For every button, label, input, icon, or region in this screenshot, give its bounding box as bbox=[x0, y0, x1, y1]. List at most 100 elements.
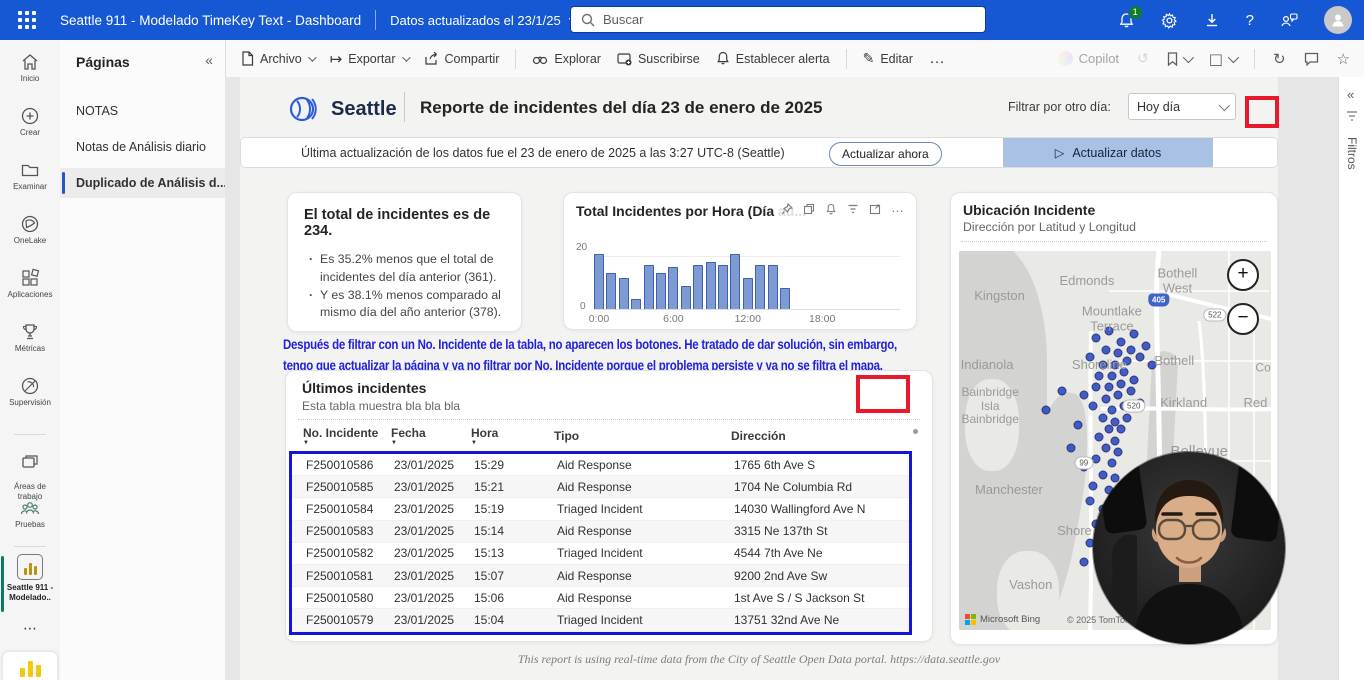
table-row[interactable]: F25001058423/01/202515:19Triaged Inciden… bbox=[292, 498, 909, 520]
expand-filters-icon[interactable]: « bbox=[1347, 87, 1354, 102]
col-direccion[interactable]: Dirección bbox=[731, 430, 912, 443]
incident-dot[interactable] bbox=[1126, 387, 1135, 396]
incident-dot[interactable] bbox=[1098, 470, 1107, 479]
bar-hour-12[interactable] bbox=[743, 278, 753, 309]
bar-hour-13[interactable] bbox=[755, 265, 765, 309]
incident-dot[interactable] bbox=[1123, 413, 1132, 422]
update-now-button[interactable]: Actualizar ahora bbox=[829, 142, 942, 166]
incident-dot[interactable] bbox=[1104, 383, 1113, 392]
bar-hour-7[interactable] bbox=[681, 286, 691, 309]
refresh-icon[interactable]: ↻ bbox=[1273, 50, 1286, 68]
table-row[interactable]: F25001058323/01/202515:14Aid Response331… bbox=[292, 521, 909, 543]
bar-hour-6[interactable] bbox=[668, 267, 678, 309]
bar-hour-1[interactable] bbox=[606, 273, 616, 309]
incident-dot[interactable] bbox=[1089, 402, 1098, 411]
copilot-button[interactable]: Copilot bbox=[1058, 51, 1119, 66]
account-avatar[interactable] bbox=[1324, 6, 1352, 34]
nav-examinar[interactable]: Examinar bbox=[0, 160, 60, 191]
data-updated-dropdown[interactable]: Datos actualizados el 23/1/25 bbox=[390, 13, 577, 28]
alert-icon[interactable] bbox=[825, 203, 837, 215]
focus-mode-icon[interactable] bbox=[869, 203, 881, 215]
bar-hour-8[interactable] bbox=[693, 265, 703, 309]
search-input[interactable]: Buscar bbox=[570, 6, 986, 33]
page-item-duplicado[interactable]: Duplicado de Análisis d... bbox=[60, 168, 225, 198]
bar-hour-15[interactable] bbox=[780, 288, 790, 309]
export-menu[interactable]: ↦ Exportar bbox=[330, 50, 408, 68]
incident-dot[interactable] bbox=[1086, 497, 1095, 506]
kpi-card[interactable]: El total de incidentes es de 234. Es 35.… bbox=[287, 192, 522, 332]
col-no-incidente[interactable]: No. Incidente▼ bbox=[303, 427, 391, 447]
incident-dot[interactable] bbox=[1117, 379, 1126, 388]
incident-dot[interactable] bbox=[1042, 406, 1051, 415]
bar-hour-11[interactable] bbox=[730, 254, 740, 309]
incident-dot[interactable] bbox=[1114, 447, 1123, 456]
col-tipo[interactable]: Tipo bbox=[554, 430, 731, 443]
table-row[interactable]: F25001058523/01/202515:21Aid Response170… bbox=[292, 476, 909, 498]
table-row[interactable]: F25001057923/01/202515:04Triaged Inciden… bbox=[292, 609, 909, 631]
incidents-table-card[interactable]: Últimos incidentes Esta tabla muestra bl… bbox=[285, 370, 933, 642]
collapse-pages-icon[interactable]: « bbox=[205, 52, 213, 68]
hourly-chart-card[interactable]: Total Incidentes por Hora (Día aú... … 0… bbox=[563, 192, 917, 330]
table-row[interactable]: F25001058123/01/202515:07Aid Response920… bbox=[292, 565, 909, 587]
bar-hour-5[interactable] bbox=[656, 273, 666, 309]
nav-supervision[interactable]: Supervisión bbox=[0, 376, 60, 407]
incident-dot[interactable] bbox=[1057, 387, 1066, 396]
incident-dot[interactable] bbox=[1089, 481, 1098, 490]
pin-icon[interactable] bbox=[781, 203, 793, 215]
table-row[interactable]: F25001058223/01/202515:13Triaged Inciden… bbox=[292, 543, 909, 565]
filters-pane-collapsed[interactable]: « Filtros bbox=[1338, 77, 1364, 680]
incident-dot[interactable] bbox=[1092, 334, 1101, 343]
nav-areas-de-trabajo[interactable]: Áreas de trabajo bbox=[0, 442, 60, 501]
file-menu[interactable]: Archivo bbox=[241, 51, 314, 66]
nav-report-seattle911[interactable]: Seattle 911 - Modelado.. bbox=[0, 554, 60, 602]
feedback-button[interactable] bbox=[1280, 12, 1298, 28]
help-button[interactable]: ? bbox=[1246, 12, 1254, 29]
settings-button[interactable] bbox=[1161, 12, 1178, 29]
incident-dot[interactable] bbox=[1073, 421, 1082, 430]
incident-dot[interactable] bbox=[1114, 391, 1123, 400]
more-visual-options-icon[interactable]: … bbox=[891, 203, 904, 215]
share-button[interactable]: Compartir bbox=[424, 51, 500, 66]
table-scrollbar-dot[interactable] bbox=[913, 429, 918, 434]
incident-dot[interactable] bbox=[1129, 375, 1138, 384]
map-zoom-in-button[interactable]: + bbox=[1227, 259, 1259, 291]
incident-dot[interactable] bbox=[1067, 444, 1076, 453]
filter-icon[interactable] bbox=[847, 203, 859, 215]
notifications-button[interactable]: 1 bbox=[1118, 12, 1135, 29]
powerbi-logo[interactable] bbox=[3, 652, 57, 680]
incident-dot[interactable] bbox=[1135, 353, 1144, 362]
incident-dot[interactable] bbox=[1107, 459, 1116, 468]
refresh-data-button[interactable]: ▷ Actualizar datos bbox=[1003, 138, 1213, 167]
page-item-notas[interactable]: NOTAS bbox=[60, 96, 225, 126]
bar-hour-2[interactable] bbox=[619, 278, 629, 309]
bookmarks-button[interactable] bbox=[1167, 52, 1191, 66]
incident-dot[interactable] bbox=[1107, 372, 1116, 381]
incident-dot[interactable] bbox=[1111, 436, 1120, 445]
more-options-button[interactable]: … bbox=[929, 50, 946, 68]
day-filter-dropdown[interactable]: Hoy día bbox=[1128, 93, 1236, 120]
nav-aplicaciones[interactable]: Aplicaciones bbox=[0, 268, 60, 299]
incident-dot[interactable] bbox=[1104, 425, 1113, 434]
bar-hour-0[interactable] bbox=[594, 254, 604, 309]
incident-dot[interactable] bbox=[1107, 406, 1116, 415]
bar-hour-10[interactable] bbox=[718, 265, 728, 309]
incident-dot[interactable] bbox=[1101, 394, 1110, 403]
map-zoom-out-button[interactable]: − bbox=[1227, 303, 1259, 335]
table-row[interactable]: F25001058023/01/202515:06Aid Response1st… bbox=[292, 587, 909, 609]
nav-crear[interactable]: Crear bbox=[0, 106, 60, 137]
nav-pruebas[interactable]: Pruebas bbox=[0, 498, 60, 529]
set-alert-button[interactable]: Establecer alerta bbox=[716, 51, 830, 66]
incident-dot[interactable] bbox=[1126, 345, 1135, 354]
subscribe-button[interactable]: Suscribirse bbox=[617, 52, 700, 66]
table-row[interactable]: F25001058623/01/202515:29Aid Response176… bbox=[292, 454, 909, 476]
edit-button[interactable]: ✎ Editar bbox=[863, 51, 913, 67]
incident-dot[interactable] bbox=[1101, 345, 1110, 354]
page-item-notas-analisis[interactable]: Notas de Análisis diario bbox=[60, 132, 225, 162]
incident-dot[interactable] bbox=[1092, 383, 1101, 392]
incident-dot[interactable] bbox=[1142, 341, 1151, 350]
incident-dot[interactable] bbox=[1095, 372, 1104, 381]
bar-hour-14[interactable] bbox=[768, 265, 778, 309]
incident-dot[interactable] bbox=[1117, 337, 1126, 346]
incident-dot[interactable] bbox=[1117, 425, 1126, 434]
explore-button[interactable]: Explorar bbox=[532, 52, 601, 66]
